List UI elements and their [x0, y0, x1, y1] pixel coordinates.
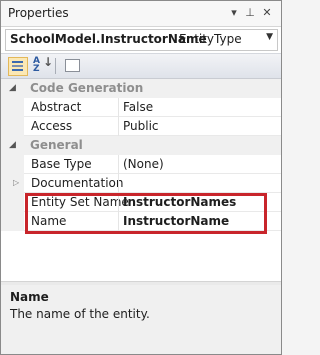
property-pages-icon[interactable]	[63, 57, 81, 74]
chevron-down-icon[interactable]: ▼	[266, 32, 273, 42]
title-bar: Properties ▾ ⊥ ✕	[1, 1, 281, 27]
property-row-abstract[interactable]: Abstract False	[1, 98, 281, 117]
property-name: Documentation	[31, 176, 124, 190]
expand-icon[interactable]: ▷	[13, 178, 19, 187]
categorized-icon[interactable]	[8, 57, 28, 76]
category-label: General	[30, 138, 83, 152]
property-row-access[interactable]: Access Public	[1, 117, 281, 136]
property-name: Access	[31, 119, 73, 133]
property-name: Base Type	[31, 157, 92, 171]
collapse-icon[interactable]: ◢	[9, 83, 16, 93]
property-value[interactable]: False	[123, 100, 153, 114]
property-value[interactable]: Public	[123, 119, 159, 133]
category-code-generation[interactable]: ◢ Code Generation	[1, 79, 281, 98]
category-general[interactable]: ◢ General	[1, 136, 281, 155]
property-row-documentation[interactable]: ▷ Documentation	[1, 174, 281, 193]
toolbar: A Z ↓	[1, 53, 281, 79]
description-pane: Name The name of the entity.	[1, 285, 281, 354]
object-type: EntityType	[179, 32, 242, 46]
dropdown-icon[interactable]: ▾	[227, 6, 241, 20]
category-label: Code Generation	[30, 81, 144, 95]
property-name: Abstract	[31, 100, 82, 114]
collapse-icon[interactable]: ◢	[9, 140, 16, 150]
window-title: Properties	[8, 6, 69, 20]
description-text: The name of the entity.	[10, 307, 150, 321]
object-name: SchoolModel.InstructorName	[10, 32, 207, 46]
property-value[interactable]: (None)	[123, 157, 164, 171]
highlight-annotation	[25, 193, 267, 234]
description-title: Name	[10, 290, 49, 304]
pin-icon[interactable]: ⊥	[243, 6, 257, 20]
alphabetical-icon[interactable]: A Z ↓	[31, 56, 53, 74]
object-selector[interactable]: SchoolModel.InstructorName EntityType ▼	[5, 29, 278, 51]
properties-window: Properties ▾ ⊥ ✕ SchoolModel.InstructorN…	[0, 0, 282, 355]
close-icon[interactable]: ✕	[260, 6, 274, 20]
property-row-base-type[interactable]: Base Type (None)	[1, 155, 281, 174]
toolbar-separator	[55, 58, 56, 74]
